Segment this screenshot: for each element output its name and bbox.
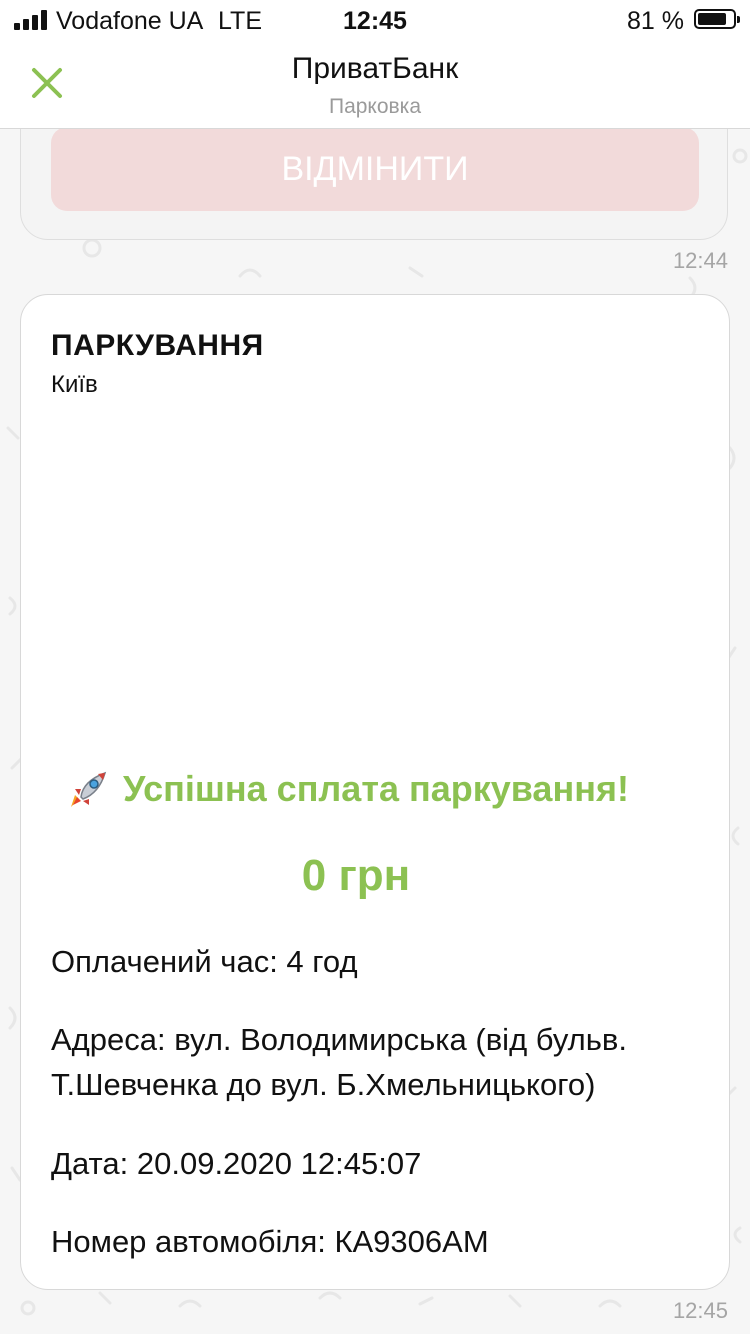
success-text: Успішна сплата паркування! [123,768,629,809]
battery-level-fill [698,13,726,25]
status-bar: Vodafone UA LTE 12:45 81 % [0,0,750,40]
card-title: ПАРКУВАННЯ [51,329,264,362]
paid-time: Оплачений час: 4 год [51,944,358,979]
car-number: Номер автомобіля: КА9306АМ [51,1224,489,1259]
page-subtitle: Парковка [328,95,422,118]
rocket-icon [71,771,107,807]
header-overlay: ПриватБанк Парковка [0,40,750,129]
parking-address: Адреса: вул. Володимирська (від бульв. Т… [51,1022,627,1102]
parking-message-card: ПАРКУВАННЯ Київ Успішна сплата паркуванн… [20,294,730,1290]
message-time: 12:45 [672,1298,728,1323]
page-title: ПриватБанк [291,52,459,85]
payment-amount: 0 грн [301,851,411,900]
success-message: Успішна сплата паркування! [65,765,705,813]
card-city: Київ [51,371,98,398]
message-time: 12:44 [672,248,728,273]
battery-percentage: 81 % [627,7,684,35]
battery-icon [694,9,740,29]
payment-date: Дата: 20.09.2020 12:45:07 [51,1146,422,1181]
cancel-button[interactable]: ВІДМІНИТИ [51,127,699,211]
